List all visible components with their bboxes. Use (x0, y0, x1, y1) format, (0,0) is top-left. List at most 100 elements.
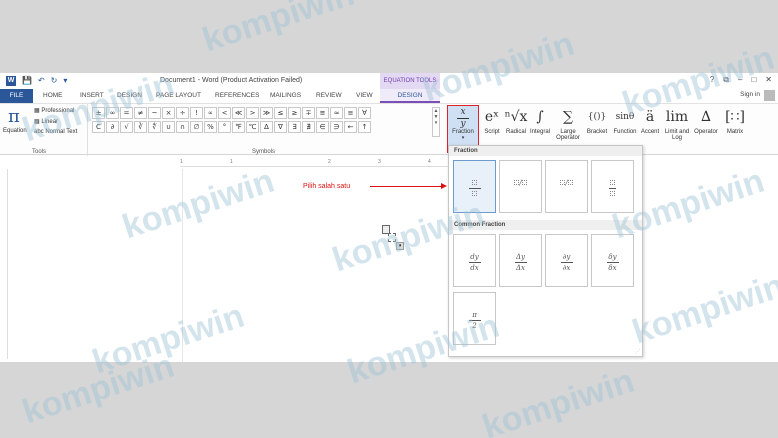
equation-tools-context-label: EQUATION TOOLS (380, 73, 440, 89)
symbol-button[interactable]: < (218, 107, 231, 119)
symbol-button[interactable]: ! (190, 107, 203, 119)
operator-icon: ∆ (701, 109, 711, 125)
professional-option[interactable]: ▦ Professional (34, 107, 74, 114)
resize-grip-icon[interactable]: ⋰ (635, 349, 640, 355)
annotation-arrowhead (441, 183, 447, 189)
customize-qat-icon[interactable]: ▾ (63, 76, 67, 86)
document-page[interactable] (182, 169, 452, 362)
avatar[interactable] (764, 90, 775, 101)
common-fraction-tile[interactable]: Δy Δx (499, 234, 542, 287)
symbol-button[interactable]: ← (344, 121, 357, 133)
symbol-button[interactable]: = (120, 107, 133, 119)
symbol-button[interactable]: ∀ (358, 107, 371, 119)
tab-mailings[interactable]: MAILINGS (270, 89, 301, 103)
limit-and-log-button[interactable]: lim Limit and Log (664, 105, 690, 153)
script-icon: eˣ (484, 109, 500, 125)
symbol-button[interactable]: ∄ (302, 121, 315, 133)
symbol-button[interactable]: ∩ (176, 121, 189, 133)
symbol-button[interactable]: ∪ (162, 121, 175, 133)
tab-references[interactable]: REFERENCES (215, 89, 259, 103)
normal-text-option[interactable]: abc Normal Text (34, 129, 77, 135)
tab-equation-design[interactable]: DESIGN (380, 89, 440, 103)
equation-button-label[interactable]: Equation (3, 128, 27, 134)
symbol-button[interactable]: ∞ (106, 107, 119, 119)
symbol-button[interactable]: ↑ (358, 121, 371, 133)
symbol-button[interactable]: ∜ (148, 121, 161, 133)
professional-label: Professional (41, 108, 75, 114)
horizontal-ruler[interactable]: 1 1 2 3 4 (180, 159, 450, 167)
symbol-button[interactable]: ≡ (344, 107, 357, 119)
symbol-button[interactable]: ≥ (288, 107, 301, 119)
symbol-button[interactable]: ∅ (190, 121, 203, 133)
symbol-button[interactable]: ≪ (232, 107, 245, 119)
symbol-button[interactable]: ≈ (330, 107, 343, 119)
ribbon-display-options-icon[interactable]: ⧉ (723, 75, 729, 85)
symbols-scroll-icon[interactable]: ▲ ▼ ▾ (432, 107, 440, 137)
tab-view[interactable]: VIEW (356, 89, 373, 103)
tab-review[interactable]: REVIEW (316, 89, 342, 103)
common-fraction-tile[interactable]: ∂y ∂x (545, 234, 588, 287)
symbol-button[interactable]: ∓ (302, 107, 315, 119)
symbol-button[interactable]: ≫ (260, 107, 273, 119)
fraction-placeholder-box[interactable] (388, 233, 396, 242)
symbol-button[interactable]: √ (120, 121, 133, 133)
symbol-button[interactable]: ± (92, 107, 105, 119)
close-button[interactable]: ✕ (765, 75, 772, 85)
symbol-button[interactable]: ∋ (330, 121, 343, 133)
help-icon[interactable]: ? (710, 75, 714, 85)
symbol-button[interactable]: ∂ (106, 121, 119, 133)
tools-group-label: Tools (32, 149, 47, 155)
symbol-button[interactable]: ÷ (176, 107, 189, 119)
maximize-button[interactable]: □ (751, 75, 756, 85)
symbol-button[interactable]: C (92, 121, 105, 133)
tab-home[interactable]: HOME (43, 89, 63, 103)
word-app-icon: W (6, 76, 16, 86)
symbol-button[interactable]: ∃ (288, 121, 301, 133)
symbol-button[interactable]: % (204, 121, 217, 133)
undo-icon[interactable]: ↶ (38, 76, 45, 86)
symbol-button[interactable]: ∛ (134, 121, 147, 133)
symbol-button[interactable]: ≅ (316, 107, 329, 119)
equation-pi-icon[interactable]: π (8, 106, 20, 127)
symbol-button[interactable]: ∇ (274, 121, 287, 133)
tools-group: π Equation ▦ Professional ▦ Linear abc N… (0, 104, 88, 156)
structure-label: Operator (694, 129, 718, 135)
ruler-mark: 3 (378, 159, 381, 165)
symbol-button[interactable]: ∈ (316, 121, 329, 133)
symbol-button[interactable]: ≠ (134, 107, 147, 119)
skewed-fraction-tile[interactable]: / (499, 160, 542, 213)
symbol-button[interactable]: ℃ (246, 121, 259, 133)
symbol-button[interactable]: > (246, 107, 259, 119)
symbol-button[interactable]: ℉ (232, 121, 245, 133)
common-fraction-tile[interactable]: δy δx (591, 234, 634, 287)
stacked-fraction-tile[interactable] (453, 160, 496, 213)
tab-file[interactable]: FILE (0, 89, 33, 103)
fraction-numerator: dy (470, 253, 479, 261)
linear-fraction-tile[interactable]: / (545, 160, 588, 213)
matrix-button[interactable]: [∷] Matrix (722, 105, 748, 153)
operator-button[interactable]: ∆ Operator (692, 105, 720, 153)
equation-options-dropdown-icon[interactable]: ▾ (396, 242, 404, 250)
structure-label: Limit and Log (664, 129, 690, 141)
symbol-button[interactable]: ° (218, 121, 231, 133)
common-fraction-tile[interactable]: dy dx (453, 234, 496, 287)
minimize-button[interactable]: – (738, 75, 742, 85)
symbol-button[interactable]: × (162, 107, 175, 119)
tab-design[interactable]: DESIGN (117, 89, 142, 103)
symbol-button[interactable]: ~ (148, 107, 161, 119)
linear-option[interactable]: ▦ Linear (34, 118, 58, 125)
tab-page-layout[interactable]: PAGE LAYOUT (156, 89, 201, 103)
symbol-button[interactable]: ∆ (260, 121, 273, 133)
sign-in-link[interactable]: Sign in (740, 91, 760, 98)
vertical-ruler[interactable] (2, 169, 8, 359)
equation-placeholder[interactable]: ▾ (382, 225, 404, 251)
function-icon: sinθ (615, 112, 635, 122)
common-fraction-tile[interactable]: π2 (453, 292, 496, 345)
fraction-denominator: ∂x (562, 264, 571, 272)
symbol-button[interactable]: ∝ (204, 107, 217, 119)
tab-insert[interactable]: INSERT (80, 89, 104, 103)
symbol-button[interactable]: ≤ (274, 107, 287, 119)
redo-icon[interactable]: ↻ (51, 76, 58, 86)
save-icon[interactable]: 💾 (22, 76, 32, 86)
small-fraction-tile[interactable] (591, 160, 634, 213)
